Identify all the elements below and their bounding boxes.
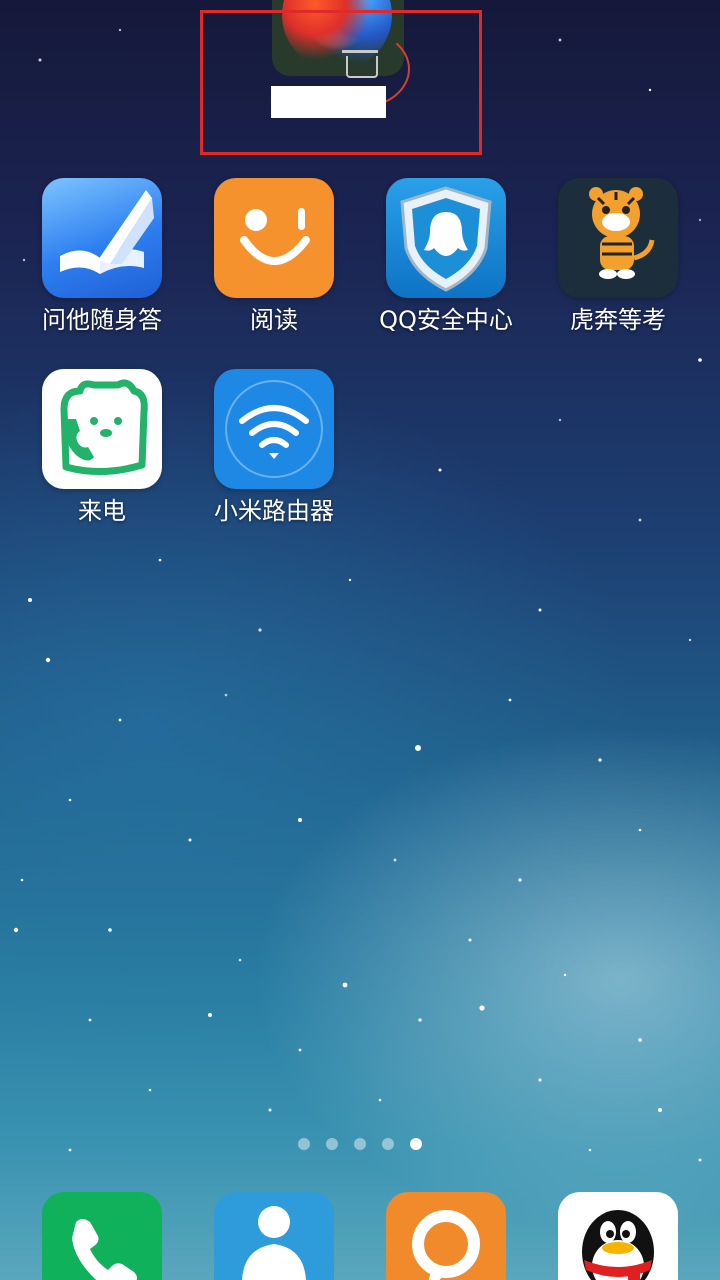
app-laidian[interactable]: 来电 [16, 369, 188, 549]
page-dot[interactable] [354, 1138, 366, 1150]
home-screen: 问他随身答 阅读 QQ安全中心 虎奔等考 来电 小米路由器 [0, 0, 720, 1280]
app-label: QQ安全中心 [379, 306, 513, 334]
qq-penguin-icon[interactable] [558, 1192, 678, 1280]
app-mi-router[interactable]: 小米路由器 [188, 369, 360, 549]
phone-icon[interactable] [42, 1192, 162, 1280]
smile-icon [214, 178, 334, 298]
shield-penguin-icon [386, 178, 506, 298]
contacts-icon[interactable] [214, 1192, 334, 1280]
app-reader[interactable]: 阅读 [188, 178, 360, 358]
app-label: 虎奔等考 [570, 306, 666, 334]
dock [0, 1192, 720, 1280]
message-icon[interactable] [386, 1192, 506, 1280]
app-label: 小米路由器 [214, 497, 334, 525]
page-indicator [0, 1138, 720, 1154]
page-dot-active[interactable] [410, 1138, 422, 1150]
bear-phone-icon [42, 369, 162, 489]
book-icon [42, 178, 162, 298]
highlight-box [200, 10, 482, 155]
app-label: 阅读 [250, 306, 298, 334]
wifi-icon [214, 369, 334, 489]
app-qq-security[interactable]: QQ安全中心 [360, 178, 532, 358]
app-label: 来电 [78, 497, 126, 525]
app-huben[interactable]: 虎奔等考 [532, 178, 704, 358]
app-label: 问他随身答 [42, 306, 162, 334]
tiger-icon [558, 178, 678, 298]
page-dot[interactable] [298, 1138, 310, 1150]
page-dot[interactable] [382, 1138, 394, 1150]
app-wenta[interactable]: 问他随身答 [16, 178, 188, 358]
page-dot[interactable] [326, 1138, 338, 1150]
